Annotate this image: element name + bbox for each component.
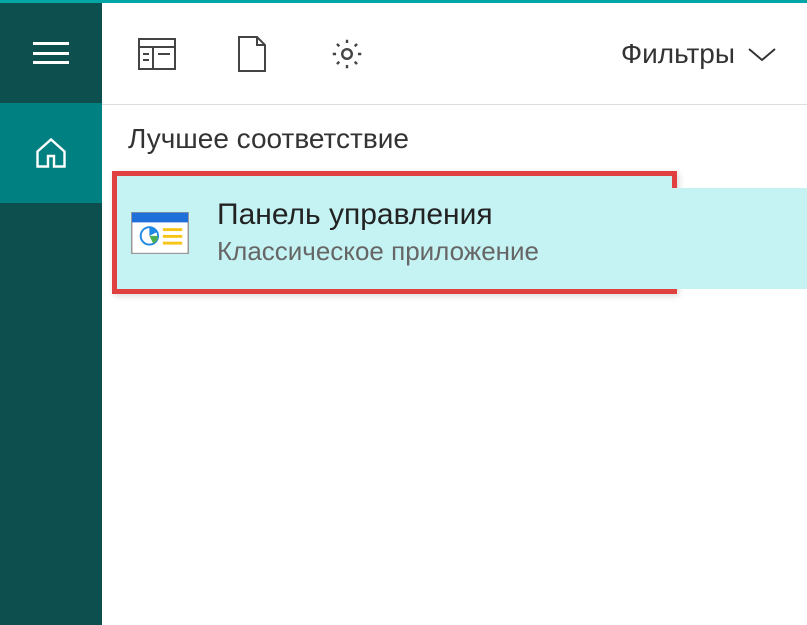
toolbar: Фильтры xyxy=(102,3,807,105)
filters-dropdown[interactable]: Фильтры xyxy=(621,38,787,70)
result-subtitle: Классическое приложение xyxy=(217,236,539,267)
apps-icon xyxy=(138,38,176,70)
document-icon xyxy=(237,35,267,73)
hamburger-icon xyxy=(33,42,69,64)
section-header: Лучшее соответствие xyxy=(102,123,807,171)
control-panel-icon xyxy=(131,212,189,254)
results-content: Лучшее соответствие Панель уп xyxy=(102,105,807,625)
home-icon xyxy=(33,135,69,171)
home-button[interactable] xyxy=(0,103,102,203)
apps-button[interactable] xyxy=(122,24,192,84)
settings-button[interactable] xyxy=(312,24,382,84)
chevron-down-icon xyxy=(747,45,777,63)
filters-label: Фильтры xyxy=(621,38,735,70)
sidebar xyxy=(0,3,102,625)
result-title: Панель управления xyxy=(217,198,539,232)
result-text: Панель управления Классическое приложени… xyxy=(217,198,539,267)
hamburger-menu-button[interactable] xyxy=(0,3,102,103)
gear-icon xyxy=(329,36,365,72)
result-item-control-panel[interactable]: Панель управления Классическое приложени… xyxy=(112,171,677,294)
documents-button[interactable] xyxy=(217,24,287,84)
main-panel: Фильтры Лучшее соответствие xyxy=(102,3,807,625)
